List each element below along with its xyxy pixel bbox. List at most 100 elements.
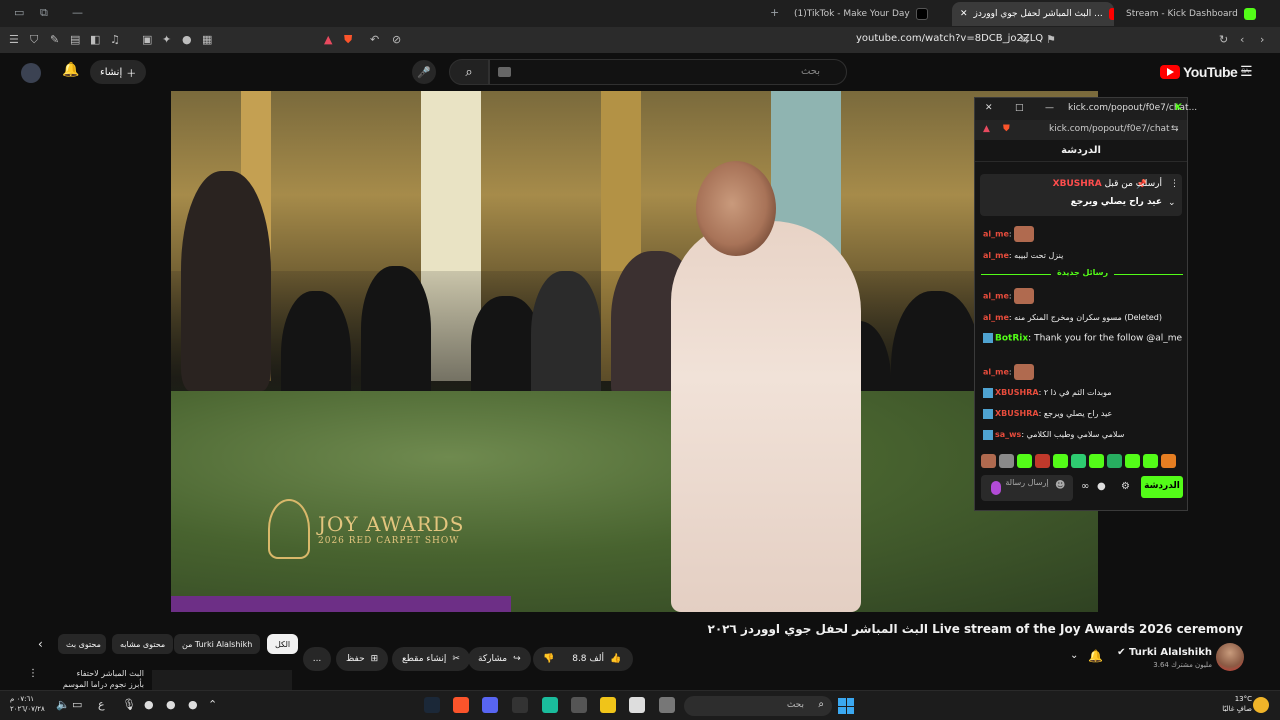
chip-related[interactable]: محتوى مشابه xyxy=(112,634,174,654)
task-view-icon[interactable] xyxy=(659,697,675,713)
clip-button[interactable]: إنشاء مقطع ✂ xyxy=(392,647,470,671)
windows-start-icon[interactable] xyxy=(838,698,854,714)
emote-icon[interactable] xyxy=(999,454,1014,468)
emote-icon[interactable] xyxy=(1161,454,1176,468)
guide-menu-icon[interactable]: ☰ xyxy=(1240,64,1253,80)
brave-shield-icon[interactable]: ⛊ xyxy=(1003,124,1010,134)
tab-tiktok[interactable]: (1)TikTok - Make Your Day xyxy=(786,2,946,26)
minimize-icon[interactable]: — xyxy=(72,6,83,19)
dislike-icon[interactable]: 👎 xyxy=(543,654,554,664)
menu-icon[interactable]: ☰ xyxy=(9,33,19,46)
video-player[interactable]: JOY AWARDS 2026 RED CARPET SHOW xyxy=(171,91,1098,612)
emote-icon[interactable] xyxy=(981,454,996,468)
emote-icon[interactable] xyxy=(1071,454,1086,468)
voicemeeter-icon[interactable] xyxy=(512,697,528,713)
app-icon[interactable] xyxy=(571,697,587,713)
youtube-logo[interactable]: YouTube SA xyxy=(1160,64,1249,80)
share-button[interactable]: مشاركة ↪ xyxy=(468,647,531,671)
minimize-window-icon[interactable]: — xyxy=(1045,103,1054,113)
chat-username[interactable]: XBUSHRA xyxy=(995,388,1039,397)
tray-app-icon[interactable]: ● xyxy=(166,698,176,711)
settings-gear-icon[interactable]: ⚙ xyxy=(1121,481,1130,492)
brave-shield-icon[interactable]: ⛊ xyxy=(344,33,352,47)
maximize-icon[interactable]: □ xyxy=(1015,103,1024,113)
pinned-message[interactable]: ⋮ 📌 XBUSHRA أرسلت من قبل عيد راح يصلي وي… xyxy=(980,174,1182,216)
tab-youtube[interactable]: ✕ البث المباشر لحفل جوي اووردز ... xyxy=(952,2,1114,26)
channel-avatar[interactable] xyxy=(1216,643,1244,671)
weather-widget[interactable]: 13°C صافٍ غالبًا xyxy=(1222,694,1252,714)
store-icon[interactable] xyxy=(629,697,645,713)
like-icon[interactable]: 👍 xyxy=(610,654,621,664)
mic-icon[interactable] xyxy=(991,481,1001,495)
channel-name[interactable]: ✔ Turki Alalshikh xyxy=(1117,647,1212,658)
emote-icon[interactable] xyxy=(1125,454,1140,468)
music-icon[interactable]: ♫ xyxy=(110,33,120,46)
chat-username[interactable]: al_me xyxy=(983,230,1009,239)
emote-icon[interactable] xyxy=(1053,454,1068,468)
speaker-icon[interactable]: 🔈 xyxy=(56,698,70,711)
no-image-icon[interactable]: ⊘ xyxy=(392,33,401,46)
brave-rewards-icon[interactable]: ▲ xyxy=(983,124,990,134)
chat-username[interactable]: XBUSHRA xyxy=(995,409,1039,418)
language-indicator[interactable]: ع xyxy=(98,698,105,711)
clock[interactable]: ٠٧:٦١ م ٢٠٢٦/٠٧/٢٨ xyxy=(10,694,45,714)
close-window-icon[interactable]: ✕ xyxy=(985,103,993,113)
emote-icon[interactable] xyxy=(1089,454,1104,468)
emote-icon[interactable] xyxy=(1107,454,1122,468)
tab-kick[interactable]: Stream - Kick Dashboard xyxy=(1118,2,1278,26)
emote-icon[interactable] xyxy=(1035,454,1050,468)
chat-message-input[interactable]: إرسال رسالة ☻ xyxy=(981,475,1073,501)
tune-icon[interactable]: ⇆ xyxy=(1171,124,1179,134)
emote-picker-icon[interactable]: ● xyxy=(1097,481,1106,492)
tray-app-icon[interactable]: ● xyxy=(144,698,154,711)
sidebar-icon[interactable]: ◧ xyxy=(90,33,100,46)
back-icon[interactable]: ‹ xyxy=(1240,33,1244,46)
bookmark-icon[interactable]: ⚑ xyxy=(1046,33,1056,46)
brave-icon[interactable] xyxy=(453,697,469,713)
keyboard-icon[interactable] xyxy=(498,67,511,77)
more-actions-button[interactable]: ... xyxy=(303,647,331,671)
tray-app-icon[interactable]: ● xyxy=(188,698,198,711)
emote-icon[interactable] xyxy=(1143,454,1158,468)
recommended-title[interactable]: البث المباشر لاحتفاء بأبرز نجوم دراما ال… xyxy=(62,668,144,690)
search-input[interactable]: بحث xyxy=(489,59,847,85)
shield-icon[interactable]: ⛉ xyxy=(30,33,38,47)
cookie-icon[interactable]: ● xyxy=(182,33,192,46)
account-avatar[interactable] xyxy=(21,63,41,83)
voice-search-icon[interactable]: 🎤 xyxy=(412,60,436,84)
chevron-up-icon[interactable]: ⌃ xyxy=(208,698,217,711)
chevron-down-icon[interactable]: ⌄ xyxy=(1070,650,1078,661)
chat-username[interactable]: al_me xyxy=(983,251,1009,260)
tune-icon[interactable]: ⇆ xyxy=(1020,33,1029,46)
emoji-icon[interactable]: ☻ xyxy=(1055,481,1065,491)
chat-send-button[interactable]: الدردشة xyxy=(1141,476,1183,498)
popup-url[interactable]: kick.com/popout/f0e7/chat xyxy=(1049,124,1170,134)
new-tab-icon[interactable]: + xyxy=(770,6,779,19)
chat-username[interactable]: sa_ws xyxy=(995,430,1021,439)
mic-tray-icon[interactable]: 🎙 xyxy=(122,698,136,711)
reload-icon[interactable]: ↻ xyxy=(1219,33,1228,46)
tabs-icon[interactable]: ▤ xyxy=(70,33,80,46)
brave-rewards-icon[interactable]: ▲ xyxy=(324,33,332,46)
window-icon[interactable]: ▭ xyxy=(14,6,24,19)
extension-icon[interactable]: ✎ xyxy=(50,33,59,46)
chip-from-channel[interactable]: من Turki Alalshikh xyxy=(174,634,261,654)
chevron-left-icon[interactable]: ‹ xyxy=(38,637,43,651)
chat-username[interactable]: BotRix xyxy=(995,334,1028,344)
more-options-icon[interactable]: ⋮ xyxy=(1170,179,1179,189)
taskbar-search[interactable]: ⌕ بحث xyxy=(684,696,832,716)
app-icon[interactable] xyxy=(542,697,558,713)
chat-username[interactable]: al_me xyxy=(983,368,1009,377)
chip-all[interactable]: الكل xyxy=(267,634,299,654)
chat-username[interactable]: al_me xyxy=(983,292,1009,301)
url-field[interactable]: youtube.com/watch?v=8DCB_jo2ZLQ xyxy=(856,33,1043,44)
save-button[interactable]: حفظ ⊞ xyxy=(336,647,389,671)
infinity-icon[interactable]: ∞ xyxy=(1081,481,1089,492)
network-icon[interactable]: ▭ xyxy=(72,698,82,711)
emote-icon[interactable] xyxy=(1017,454,1032,468)
wallet-icon[interactable]: ▣ xyxy=(142,33,152,46)
recommended-thumbnail[interactable] xyxy=(152,670,292,690)
close-tab-icon[interactable]: ✕ xyxy=(960,9,968,19)
discord-icon[interactable] xyxy=(482,697,498,713)
puzzle-icon[interactable]: ✦ xyxy=(162,33,171,46)
